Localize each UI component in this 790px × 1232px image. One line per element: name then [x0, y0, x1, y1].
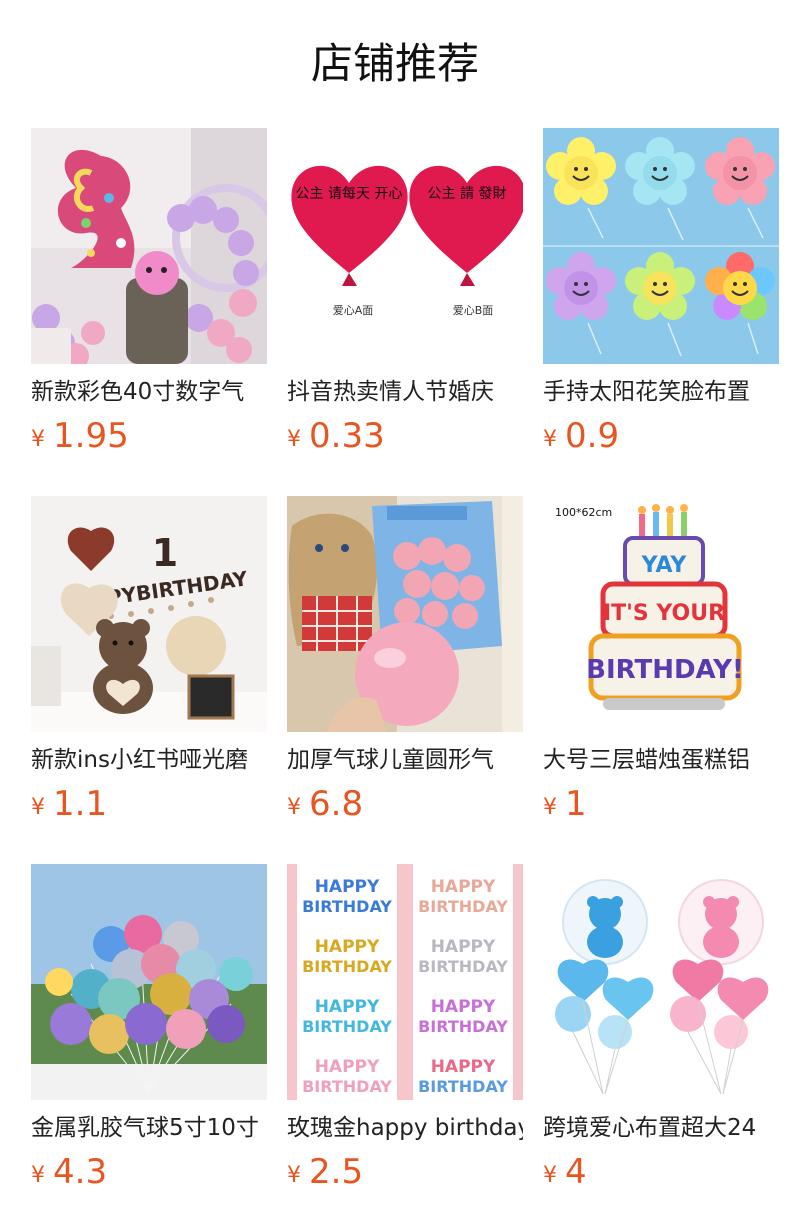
product-name[interactable]: 玫瑰金happy birthday [287, 1110, 523, 1146]
price-value: 2.5 [309, 1152, 364, 1192]
product-image[interactable] [287, 496, 523, 732]
product-card[interactable]: 加厚气球儿童圆形气 ¥6.8 [287, 496, 523, 836]
product-price: ¥0.9 [543, 414, 619, 458]
cake-text: YAY [641, 553, 688, 578]
product-name[interactable]: 新款彩色40寸数字气 [31, 374, 267, 410]
product-image[interactable]: 100*62cm YAY IT'S YOUR BIRTHDAY! [543, 496, 779, 732]
product-image[interactable] [543, 864, 779, 1100]
product-card[interactable]: 公主 请每天 开心 公主 請 發財 爱心A面 爱心B面 抖音热卖情人节婚庆 ¥0… [287, 128, 523, 468]
price-value: 0.9 [565, 416, 620, 456]
banner-word: HAPPY [431, 937, 496, 957]
product-name[interactable]: 新款ins小红书哑光磨 [31, 742, 267, 778]
banner-word: HAPPY [431, 997, 496, 1017]
heart-text: 公主 请每天 开心 [296, 186, 403, 202]
product-image[interactable] [31, 128, 267, 364]
product-name[interactable]: 抖音热卖情人节婚庆 [287, 374, 523, 410]
currency-symbol: ¥ [31, 427, 45, 452]
product-card[interactable]: 新款彩色40寸数字气 ¥1.95 [31, 128, 267, 468]
product-name[interactable]: 金属乳胶气球5寸10寸 [31, 1110, 267, 1146]
price-value: 1.95 [53, 416, 129, 456]
banner-word: BIRTHDAY [418, 1017, 508, 1036]
product-price: ¥4.3 [31, 1150, 107, 1194]
currency-symbol: ¥ [287, 427, 301, 452]
price-value: 1 [565, 784, 587, 824]
currency-symbol: ¥ [287, 1163, 301, 1188]
banner-word: HAPPY [315, 937, 380, 957]
image-label: 爱心A面 [333, 304, 374, 317]
currency-symbol: ¥ [31, 1163, 45, 1188]
banner-word: HAPPY [315, 1057, 380, 1077]
currency-symbol: ¥ [287, 795, 301, 820]
product-image[interactable] [31, 864, 267, 1100]
banner-word: BIRTHDAY [302, 1077, 392, 1096]
currency-symbol: ¥ [543, 427, 557, 452]
product-name[interactable]: 跨境爱心布置超大24 [543, 1110, 779, 1146]
price-value: 1.1 [53, 784, 108, 824]
currency-symbol: ¥ [31, 795, 45, 820]
product-price: ¥4 [543, 1150, 587, 1194]
banner-word: BIRTHDAY [302, 1017, 392, 1036]
size-label: 100*62cm [555, 506, 612, 519]
product-price: ¥6.8 [287, 782, 363, 826]
price-value: 4 [565, 1152, 587, 1192]
product-card[interactable]: 1 PPYBIRTHDAY 新款ins小红书哑光磨 ¥1.1 [31, 496, 267, 836]
cake-text: IT'S YOUR [603, 601, 725, 626]
image-label: 爱心B面 [453, 304, 494, 317]
banner-word: BIRTHDAY [418, 897, 508, 916]
product-name[interactable]: 大号三层蜡烛蛋糕铝 [543, 742, 779, 778]
product-card[interactable]: 跨境爱心布置超大24 ¥4 [543, 864, 779, 1204]
product-price: ¥1.1 [31, 782, 107, 826]
banner-word: HAPPY [431, 1057, 496, 1077]
product-image[interactable] [543, 128, 779, 364]
product-price: ¥0.33 [287, 414, 385, 458]
product-price: ¥1 [543, 782, 587, 826]
banner-word: BIRTHDAY [418, 1077, 508, 1096]
banner-word: BIRTHDAY [302, 897, 392, 916]
currency-symbol: ¥ [543, 1163, 557, 1188]
banner-word: HAPPY [315, 877, 380, 897]
product-image[interactable]: HAPPY BIRTHDAY HAPPY BIRTHDAY HAPPY BIRT… [287, 864, 523, 1100]
page-title: 店铺推荐 [310, 39, 479, 88]
banner-word: BIRTHDAY [418, 957, 508, 976]
product-card[interactable]: 手持太阳花笑脸布置 ¥0.9 [543, 128, 779, 468]
heart-text: 公主 請 發財 [428, 186, 507, 202]
cake-text: BIRTHDAY! [586, 655, 744, 685]
product-name[interactable]: 加厚气球儿童圆形气 [287, 742, 523, 778]
currency-symbol: ¥ [543, 795, 557, 820]
product-card[interactable]: HAPPY BIRTHDAY HAPPY BIRTHDAY HAPPY BIRT… [287, 864, 523, 1204]
image-number: 1 [152, 531, 178, 575]
product-price: ¥2.5 [287, 1150, 363, 1194]
banner-word: HAPPY [431, 877, 496, 897]
product-image[interactable]: 公主 请每天 开心 公主 請 發財 爱心A面 爱心B面 [287, 128, 523, 364]
product-card[interactable]: 100*62cm YAY IT'S YOUR BIRTHDAY! 大号三层蜡烛蛋… [543, 496, 779, 836]
price-value: 4.3 [53, 1152, 108, 1192]
product-price: ¥1.95 [31, 414, 129, 458]
price-value: 6.8 [309, 784, 364, 824]
banner-word: HAPPY [315, 997, 380, 1017]
product-name[interactable]: 手持太阳花笑脸布置 [543, 374, 779, 410]
banner-word: BIRTHDAY [302, 957, 392, 976]
price-value: 0.33 [309, 416, 385, 456]
product-image[interactable]: 1 PPYBIRTHDAY [31, 496, 267, 732]
product-card[interactable]: 金属乳胶气球5寸10寸 ¥4.3 [31, 864, 267, 1204]
